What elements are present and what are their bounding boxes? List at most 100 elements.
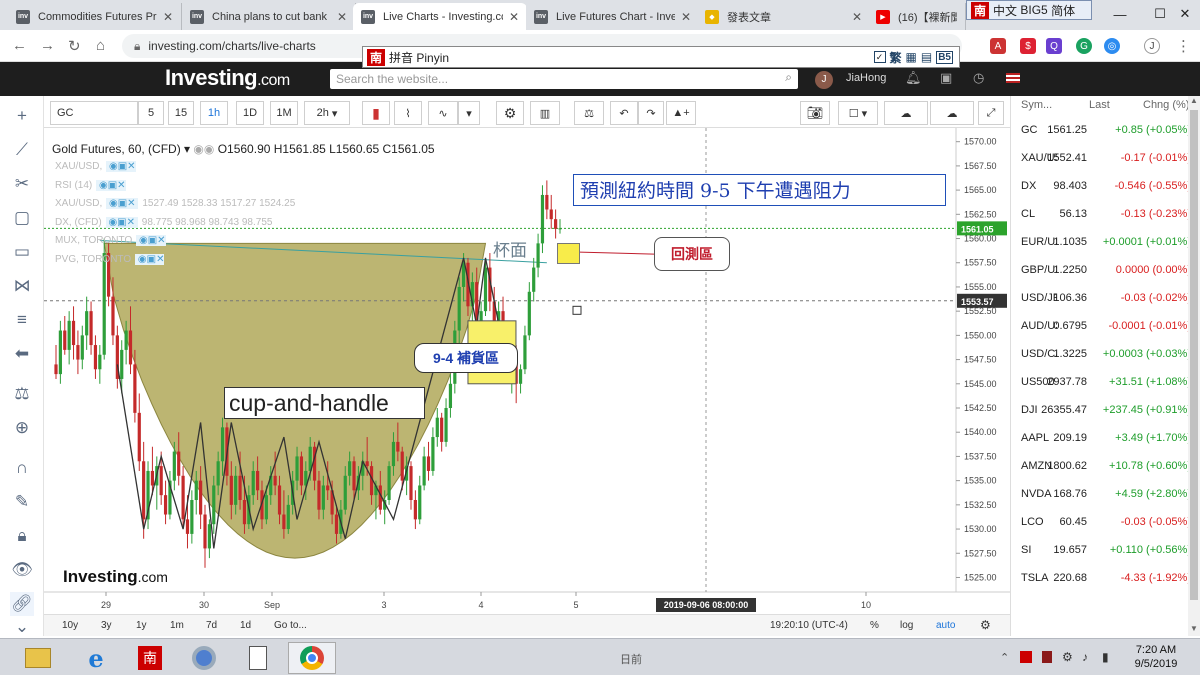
search-extension-icon[interactable]: Q [1046,38,1062,54]
crosshair-icon[interactable]: + [10,104,34,128]
system-clock[interactable]: 7:20 AM 9/5/2019 [1134,643,1178,671]
cloud-save-icon[interactable]: ☁ [930,101,974,125]
range-10y[interactable]: 10y [62,620,78,631]
close-tab-icon[interactable]: ✕ [163,10,173,24]
interval-dropdown[interactable]: 2h ▾ [304,101,350,125]
range-1d[interactable]: 1d [240,620,251,631]
pdf-extension-icon[interactable]: A [990,38,1006,54]
study-controls-icon[interactable]: ◉▣✕ [135,253,165,265]
settings-icon[interactable]: ▤ [921,50,932,64]
watchlist-row[interactable]: US500 2937.78 +31.51 (+1.08%) [1011,368,1190,396]
watchlist-row[interactable]: USD/JPY106.36 -0.03 (-0.02%) [1011,284,1190,312]
extension-icon[interactable]: ◎ [1104,38,1120,54]
ime-b5[interactable]: B5 [936,50,953,64]
study-controls-icon[interactable]: ◉▣✕ [106,161,136,172]
interval-15[interactable]: 15 [168,101,194,125]
notepad-icon[interactable] [234,642,282,674]
camera-icon[interactable]: 📷︎ [800,101,830,125]
col-change[interactable]: Chng (%) [1143,99,1189,111]
watchlist-row[interactable]: AAPL 209.19 +3.49 (+1.70%) [1011,424,1190,452]
study-row[interactable]: DX, (CFD) ◉▣✕ 98.775 98.968 98.743 98.75… [55,214,295,233]
cloud-load-icon[interactable]: ☁ [884,101,928,125]
watchlist-row[interactable]: DX 98.403 -0.546 (-0.55%) [1011,172,1190,200]
percent-scale[interactable]: % [870,620,879,631]
close-tab-icon[interactable]: ✕ [337,10,347,24]
forecast-annotation[interactable]: 預測紐約時間 9-5 下午遭遇阻力 [573,174,946,206]
redo-icon[interactable]: ↷ [638,101,664,125]
close-tab-icon[interactable]: ✕ [681,10,691,24]
watchlist-row[interactable]: DJI 26355.47 +237.45 (+0.91%) [1011,396,1190,424]
watchlist-row[interactable]: LCO 60.45 -0.03 (-0.05%) [1011,508,1190,536]
goto-date[interactable]: Go to... [274,620,307,631]
close-window-icon[interactable]: ✕ [1170,0,1200,28]
comment-icon[interactable]: ▭ [10,240,34,264]
template-dropdown[interactable]: ☐ ▾ [838,101,878,125]
browser-tab[interactable]: inv Live Futures Chart - Inve ✕ [526,3,700,30]
ime-traditional[interactable]: 繁 [890,49,902,66]
rectangle-icon[interactable]: ▢ [10,206,34,230]
watchlist-row[interactable]: GC 1561.25 +0.85 (+0.05%) [1011,116,1190,144]
tray-chevron-icon[interactable]: ⌃ [1000,651,1009,664]
investing-logo[interactable]: Investing.com [165,65,290,91]
chevron-down-icon[interactable]: ▾ [458,101,480,125]
watchlist-scrollbar[interactable]: ▲ ▼ [1188,96,1200,636]
compare-icon[interactable]: ⚖ [574,101,604,125]
extension-icon[interactable]: $ [1020,38,1036,54]
user-name[interactable]: JiaHong [846,72,886,84]
volume-icon[interactable]: ♪ [1082,650,1088,664]
bell-icon[interactable]: 🔔︎ [905,70,922,86]
ime-tray-icon[interactable] [1020,651,1032,663]
clock-icon[interactable]: ◷ [973,70,984,86]
keyboard-icon[interactable]: ▦ [906,50,917,64]
measure-icon[interactable]: ⚖ [10,382,34,406]
watchlist-row[interactable]: XAU/USD1552.41-0.17 (-0.01%) [1011,144,1190,172]
pitchfork-icon[interactable]: ✂ [10,172,34,196]
profile-avatar[interactable]: J [1144,38,1160,54]
study-controls-icon[interactable]: ◉▣✕ [136,235,166,246]
watchlist-row[interactable]: CL 56.13 -0.13 (-0.23%) [1011,200,1190,228]
col-symbol[interactable]: Sym... [1021,99,1052,111]
watchlist-row[interactable]: NVDA 168.76 +4.59 (+2.80%) [1011,480,1190,508]
site-search-input[interactable]: Search the website... ⌕ [330,69,798,89]
ime-app-icon[interactable]: 南 [126,642,174,674]
fullscreen-icon[interactable]: ⤢ [978,101,1004,125]
watchlist-row[interactable]: AMZN 1800.62 +10.78 (+0.60%) [1011,452,1190,480]
watchlist-row[interactable]: GBP/USD1.2250 0.0000 (0.00%) [1011,256,1190,284]
zoom-in-icon[interactable]: ⊕ [10,416,34,440]
study-controls-icon[interactable]: ◉▣✕ [106,198,139,209]
candles-icon[interactable]: ▮ [362,101,390,125]
study-row[interactable]: MUX, TORONTO ◉▣✕ [55,232,295,251]
network-icon[interactable]: ⚙ [1062,650,1073,664]
range-7d[interactable]: 7d [206,620,217,631]
study-row[interactable]: XAU/USD, ◉▣✕ [55,158,295,177]
interval-1h[interactable]: 1h [200,101,228,125]
checkbox-icon[interactable]: ✓ [873,51,886,63]
line-chart-icon[interactable]: ⌇ [394,101,422,125]
collapse-icon[interactable]: ⌄ [10,618,34,636]
file-explorer-icon[interactable] [14,642,62,674]
range-1m[interactable]: 1m [170,620,184,631]
trendline-icon[interactable]: ⟋ [10,138,34,162]
symbol-input[interactable]: GC [50,101,138,125]
auto-scale[interactable]: auto [936,620,955,631]
link-icon[interactable]: 🔗︎ [10,592,34,616]
watchlist-row[interactable]: AUD/USD0.6795 -0.0001 (-0.01%) [1011,312,1190,340]
browser-tab-active[interactable]: inv Live Charts - Investing.cc ✕ [353,3,527,30]
eye-icon[interactable]: 👁︎ [10,558,34,582]
watchlist-row[interactable]: USD/CAD1.3225 +0.0003 (+0.03%) [1011,340,1190,368]
reload-icon[interactable]: ↻ [68,37,81,55]
browser-tab[interactable]: ◆ 發表文章 ✕ [697,3,871,30]
close-tab-icon[interactable]: ✕ [852,10,862,24]
portfolio-icon[interactable]: ▣ [940,70,952,86]
gear-icon[interactable]: ⚙ [496,101,524,125]
interval-1m[interactable]: 1M [270,101,298,125]
replenish-zone-callout[interactable]: 9-4 補貨區 [414,343,518,373]
watchlist-row[interactable]: EUR/USD1.1035 +0.0001 (+0.01%) [1011,228,1190,256]
alert-icon[interactable]: ▲+ [666,101,696,125]
pattern-icon[interactable]: ⋈ [10,274,34,298]
us-flag-icon[interactable] [1006,73,1020,83]
undo-icon[interactable]: ↶ [610,101,638,125]
interval-5[interactable]: 5 [138,101,164,125]
ime-pinyin-bar[interactable]: 南 拼音 Pinyin ✓ 繁 ▦ ▤ B5 [362,46,960,68]
internet-explorer-icon[interactable]: e [72,642,120,674]
